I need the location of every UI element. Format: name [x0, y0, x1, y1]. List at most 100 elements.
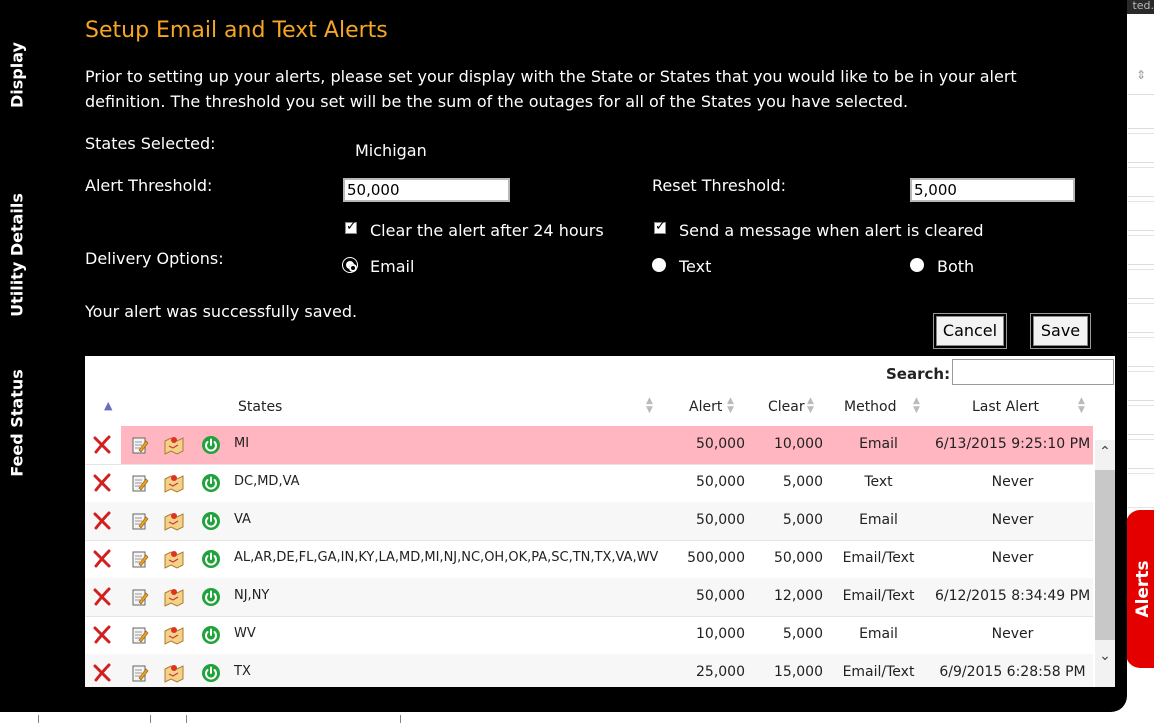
- map-icon[interactable]: [163, 625, 185, 645]
- side-tab-feed-status[interactable]: Feed Status: [0, 360, 34, 486]
- alerts-tab-label: Alerts: [1133, 560, 1153, 618]
- sort-icon[interactable]: ▲ ▼: [807, 397, 814, 415]
- cell-states: AL,AR,DE,FL,GA,IN,KY,LA,MD,MI,NJ,NC,OH,O…: [234, 550, 659, 565]
- alert-threshold-input[interactable]: [343, 178, 510, 202]
- alerts-side-tab[interactable]: Alerts: [1126, 510, 1154, 668]
- table-row[interactable]: WV 10,000 5,000 Email Never: [85, 616, 1093, 655]
- side-tab-label: Display: [7, 42, 27, 108]
- background-tick: [400, 715, 401, 723]
- cell-states: NJ,NY: [234, 588, 270, 603]
- edit-icon[interactable]: [129, 663, 149, 683]
- cell-alert: 10,000: [696, 626, 745, 642]
- delivery-options-label: Delivery Options:: [85, 249, 224, 268]
- delete-icon[interactable]: [92, 473, 112, 493]
- scroll-up-arrow[interactable]: ⌃: [1095, 444, 1115, 464]
- sort-icon[interactable]: ▲ ▼: [727, 397, 734, 415]
- sort-icon[interactable]: ▲ ▼: [1078, 397, 1085, 415]
- clear-after-24h-checkbox[interactable]: [345, 219, 357, 234]
- map-icon[interactable]: [163, 473, 185, 493]
- delete-icon[interactable]: [92, 663, 112, 683]
- table-row[interactable]: NJ,NY 50,000 12,000 Email/Text 6/12/2015 8:3…: [85, 578, 1093, 617]
- delete-icon[interactable]: [92, 625, 112, 645]
- map-icon[interactable]: [163, 663, 185, 683]
- power-icon[interactable]: [201, 549, 221, 569]
- table-row[interactable]: DC,MD,VA 50,000 5,000 Text Never: [85, 464, 1093, 503]
- delete-icon[interactable]: [92, 549, 112, 569]
- cell-alert: 50,000: [696, 512, 745, 528]
- sort-ascending-icon[interactable]: ▲: [104, 399, 112, 412]
- cell-states: VA: [234, 512, 251, 527]
- sort-icon[interactable]: ▲ ▼: [913, 397, 920, 415]
- side-tab-display[interactable]: Display: [0, 20, 34, 130]
- power-icon[interactable]: [201, 625, 221, 645]
- map-icon[interactable]: [163, 511, 185, 531]
- search-input[interactable]: [952, 359, 1114, 385]
- delivery-email-label: Email: [370, 257, 415, 276]
- delete-icon[interactable]: [92, 511, 112, 531]
- side-tab-label: Utility Details: [7, 193, 27, 317]
- clear-after-24h-label: Clear the alert after 24 hours: [370, 221, 604, 240]
- cell-alert: 25,000: [696, 664, 745, 680]
- delete-icon[interactable]: [92, 435, 112, 455]
- save-button[interactable]: Save: [1033, 316, 1088, 346]
- edit-icon[interactable]: [129, 473, 149, 493]
- cancel-button[interactable]: Cancel: [936, 316, 1004, 346]
- cell-method: Email/Text: [842, 550, 915, 566]
- table-row[interactable]: AL,AR,DE,FL,GA,IN,KY,LA,MD,MI,NJ,NC,OH,O…: [85, 540, 1093, 579]
- edit-icon[interactable]: [129, 587, 149, 607]
- sort-icon[interactable]: ▲ ▼: [646, 397, 653, 415]
- states-selected-label: States Selected:: [85, 134, 216, 153]
- alerts-setup-dialog: Display Utility Details Feed Status Setu…: [0, 0, 1127, 712]
- edit-icon[interactable]: [129, 511, 149, 531]
- cell-alert: 500,000: [687, 550, 745, 566]
- search-label: Search:: [886, 365, 951, 383]
- scroll-down-arrow[interactable]: ⌄: [1095, 648, 1115, 668]
- delivery-both-radio[interactable]: [910, 258, 924, 272]
- cell-clear: 10,000: [774, 436, 823, 452]
- edit-icon[interactable]: [129, 435, 149, 455]
- side-tab-utility-details[interactable]: Utility Details: [0, 180, 34, 330]
- power-icon[interactable]: [201, 435, 221, 455]
- cell-states: DC,MD,VA: [234, 474, 300, 489]
- delivery-text-radio[interactable]: [652, 258, 666, 272]
- status-message: Your alert was successfully saved.: [85, 302, 358, 321]
- edit-icon[interactable]: [129, 549, 149, 569]
- column-header-method[interactable]: Method: [844, 399, 897, 415]
- column-header-clear[interactable]: Clear: [768, 399, 805, 415]
- table-row[interactable]: MI 50,000 10,000 Email 6/13/2015 9:25:10 PM: [85, 426, 1093, 465]
- cell-clear: 50,000: [774, 550, 823, 566]
- table-row[interactable]: VA 50,000 5,000 Email Never: [85, 502, 1093, 541]
- power-icon[interactable]: [201, 511, 221, 531]
- column-header-last-alert[interactable]: Last Alert: [972, 399, 1039, 415]
- background-tick: [186, 715, 187, 723]
- background-row: [1128, 468, 1154, 508]
- column-header-alert[interactable]: Alert: [689, 399, 722, 415]
- cell-clear: 5,000: [782, 474, 823, 490]
- map-icon[interactable]: [163, 587, 185, 607]
- column-header-states[interactable]: States: [238, 399, 282, 415]
- cell-method: Email/Text: [842, 664, 915, 680]
- send-cleared-message-checkbox[interactable]: [654, 219, 666, 234]
- delivery-both-label: Both: [937, 257, 975, 276]
- cell-states: WV: [234, 626, 256, 641]
- table-scrollbar-thumb[interactable]: [1095, 470, 1115, 640]
- table-row[interactable]: TX 25,000 15,000 Email/Text 6/9/2015 6:28:58…: [85, 654, 1093, 687]
- cell-clear: 5,000: [782, 626, 823, 642]
- alert-threshold-label: Alert Threshold:: [85, 176, 213, 195]
- cell-last-alert: Never: [991, 626, 1034, 642]
- delete-icon[interactable]: [92, 587, 112, 607]
- delivery-email-radio[interactable]: [343, 258, 357, 272]
- reset-threshold-input[interactable]: [910, 178, 1075, 202]
- map-icon[interactable]: [163, 549, 185, 569]
- power-icon[interactable]: [201, 587, 221, 607]
- cell-states: TX: [234, 664, 251, 679]
- power-icon[interactable]: [201, 663, 221, 683]
- power-icon[interactable]: [201, 473, 221, 493]
- edit-icon[interactable]: [129, 625, 149, 645]
- send-cleared-message-label: Send a message when alert is cleared: [679, 221, 984, 240]
- cell-states: MI: [234, 436, 250, 451]
- cell-last-alert: Never: [991, 474, 1034, 490]
- cell-last-alert: Never: [991, 550, 1034, 566]
- map-icon[interactable]: [163, 435, 185, 455]
- cell-last-alert: Never: [991, 512, 1034, 528]
